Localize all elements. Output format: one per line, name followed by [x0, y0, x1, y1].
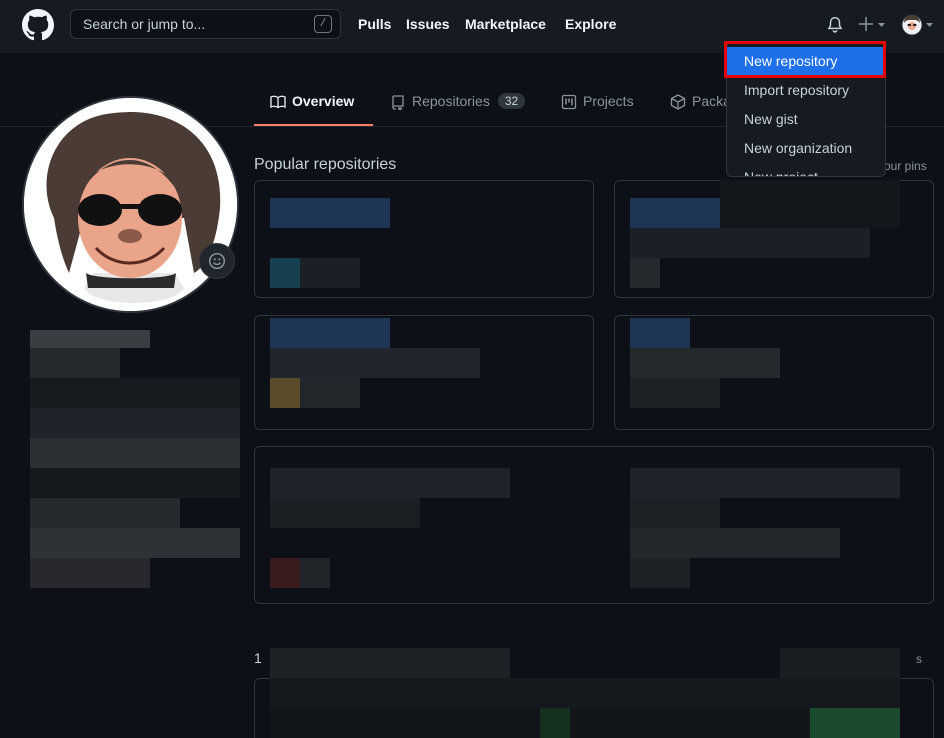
nav-marketplace-link[interactable]: Marketplace	[465, 16, 546, 32]
new-project-menu-item[interactable]: New project	[727, 163, 885, 176]
popular-repositories-title: Popular repositories	[254, 156, 397, 173]
tab-packages[interactable]: Packa	[670, 93, 731, 127]
import-repository-menu-item[interactable]: Import repository	[727, 76, 885, 105]
repo-icon	[392, 95, 404, 110]
set-status-button[interactable]	[199, 243, 235, 279]
customize-pins-link[interactable]: our pins	[884, 159, 927, 173]
search-placeholder: Search or jump to...	[83, 16, 206, 32]
highlight-annotation-box	[724, 41, 886, 78]
create-new-plus-icon[interactable]	[857, 14, 887, 36]
smiley-icon	[208, 252, 226, 270]
book-icon	[270, 95, 286, 109]
package-icon	[670, 94, 686, 110]
cartoon-avatar-image	[24, 98, 237, 311]
tab-overview[interactable]: Overview	[270, 93, 354, 127]
nav-pulls-link[interactable]: Pulls	[358, 16, 391, 32]
search-input[interactable]: Search or jump to... /	[70, 9, 341, 39]
tab-projects-label: Projects	[583, 93, 634, 109]
tab-projects[interactable]: Projects	[561, 93, 634, 127]
active-tab-indicator	[254, 124, 373, 126]
nav-explore-link[interactable]: Explore	[565, 16, 616, 32]
github-logo-icon[interactable]	[22, 9, 54, 41]
search-shortcut-key: /	[314, 15, 332, 33]
project-icon	[561, 94, 577, 110]
user-menu-avatar[interactable]	[901, 13, 935, 37]
tab-repositories[interactable]: Repositories 32	[390, 93, 526, 127]
repositories-count-badge: 32	[497, 93, 526, 109]
new-gist-menu-item[interactable]: New gist	[727, 105, 885, 134]
nav-issues-link[interactable]: Issues	[406, 16, 450, 32]
profile-avatar[interactable]	[22, 96, 239, 313]
tab-overview-label: Overview	[292, 93, 355, 109]
contributions-heading-fragment: 1	[254, 650, 262, 666]
new-organization-menu-item[interactable]: New organization	[727, 134, 885, 163]
contribution-settings-menu[interactable]: s	[916, 652, 922, 666]
notifications-bell-icon[interactable]	[826, 16, 844, 34]
tab-repositories-label: Repositories	[412, 93, 490, 109]
